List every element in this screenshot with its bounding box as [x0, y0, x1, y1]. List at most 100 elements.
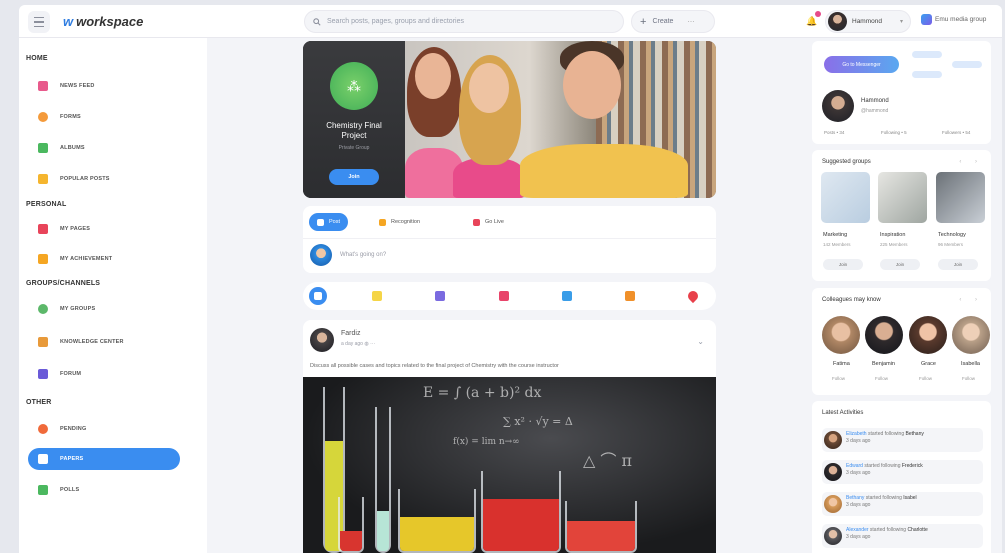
plus-icon: +: [640, 15, 647, 28]
formula-decoration: ∑ x² · √y = Δ: [503, 415, 573, 428]
section-title: Colleagues may know: [822, 297, 881, 303]
avatar[interactable]: [909, 316, 947, 354]
flag-icon: [38, 224, 48, 234]
following-count: Following • 5: [881, 130, 907, 135]
avatar[interactable]: [952, 316, 990, 354]
search-input[interactable]: Search posts, pages, groups and director…: [304, 10, 624, 33]
followers-count: Followers • 54: [942, 130, 971, 135]
user-menu[interactable]: Hammond ▾: [825, 10, 911, 33]
sidebar-item-polls[interactable]: POLLS: [28, 479, 180, 501]
formula-decoration: △ ⌒ π: [583, 451, 632, 470]
person-face: [469, 63, 509, 113]
carousel-arrows[interactable]: ‹ ›: [959, 159, 983, 165]
sidebar-item-my-groups[interactable]: MY GROUPS: [28, 298, 180, 320]
group-members: 225 Members: [880, 242, 908, 247]
group-members: 96 Members: [938, 242, 964, 247]
sidebar-item-pending[interactable]: PENDING: [28, 418, 180, 440]
sidebar: HOME NEWS FEED FORMS ALBUMS POPULAR POST…: [19, 38, 207, 553]
group-cover-photo: [405, 41, 716, 198]
company-brand[interactable]: Emu media group: [921, 14, 986, 25]
messenger-button[interactable]: Go to Messenger: [824, 56, 899, 73]
forms-icon: [38, 112, 48, 122]
menu-icon[interactable]: [28, 11, 50, 33]
sidebar-item-news-feed[interactable]: NEWS FEED: [28, 75, 180, 97]
trophy-icon: [38, 254, 48, 264]
avatar: [310, 328, 334, 352]
activity-item[interactable]: Alexander started following Charlotte 3 d…: [822, 524, 983, 548]
sidebar-item-my-pages[interactable]: MY PAGES: [28, 218, 180, 240]
popular-posts-icon: [38, 174, 48, 184]
activity-item[interactable]: Edward started following Frederick 3 days…: [822, 460, 983, 484]
follow-button[interactable]: Follow: [875, 376, 888, 381]
carousel-arrows[interactable]: ‹ ›: [959, 297, 983, 303]
brand-logo[interactable]: w workspace: [63, 14, 143, 29]
avatar: [828, 12, 847, 31]
post-author[interactable]: Fardiz: [341, 330, 360, 337]
avatar: [824, 495, 842, 513]
bell-icon[interactable]: 🔔: [805, 11, 821, 28]
sidebar-item-my-achievement[interactable]: MY ACHIEVEMENT: [28, 248, 180, 270]
text-post-icon[interactable]: [309, 287, 327, 305]
activity-item[interactable]: Elizabeth started following Bethany 3 day…: [822, 428, 983, 452]
follow-button[interactable]: Follow: [832, 376, 845, 381]
sidebar-section-title: OTHER: [26, 399, 52, 406]
formula-decoration: E = ∫ (a + b)² dx: [423, 385, 542, 401]
colleague-name: Grace: [921, 361, 936, 367]
sidebar-item-forum[interactable]: FORUM: [28, 363, 180, 385]
beaker-liquid: [483, 499, 559, 551]
chevron-down-icon[interactable]: ⌄: [697, 337, 704, 346]
profile-card: Go to Messenger Hammond @hammond Posts •…: [812, 41, 991, 144]
note-icon[interactable]: [369, 288, 385, 304]
sidebar-item-popular-posts[interactable]: POPULAR POSTS: [28, 168, 180, 190]
composer-input[interactable]: What's going on?: [340, 252, 386, 258]
papers-icon: [38, 454, 48, 464]
shop-icon[interactable]: [622, 288, 638, 304]
document-icon[interactable]: [432, 288, 448, 304]
group-name: Inspiration: [880, 232, 906, 238]
beaker-liquid: [400, 517, 474, 551]
attachment-bar: [303, 282, 716, 310]
group-thumbnail[interactable]: [821, 172, 870, 223]
test-tube: [375, 407, 391, 553]
medal-icon: [38, 424, 48, 434]
avatar: [824, 463, 842, 481]
beaker: [565, 501, 637, 553]
beaker: [398, 489, 476, 553]
sidebar-item-papers[interactable]: PAPERS: [28, 448, 180, 470]
video-icon[interactable]: [496, 288, 512, 304]
tab-recognition[interactable]: Recognition: [371, 213, 428, 231]
forum-icon: [38, 369, 48, 379]
section-title: Latest Activities: [822, 410, 864, 416]
sidebar-item-label: PAPERS: [60, 456, 84, 462]
sidebar-item-forms[interactable]: FORMS: [28, 106, 180, 128]
image-icon[interactable]: [559, 288, 575, 304]
user-name: Hammond: [852, 18, 882, 25]
join-group-button[interactable]: Join: [880, 259, 920, 270]
location-icon[interactable]: [685, 288, 701, 304]
activity-text: Edward started following Frederick 3 days…: [846, 463, 923, 476]
sidebar-item-knowledge-center[interactable]: KNOWLEDGE CENTER: [28, 331, 180, 353]
sidebar-item-label: POLLS: [60, 487, 80, 493]
person-face: [563, 51, 621, 119]
join-group-button[interactable]: Join: [938, 259, 978, 270]
group-thumbnail[interactable]: [936, 172, 985, 223]
logo-mark-icon: w: [63, 14, 74, 29]
follow-button[interactable]: Follow: [919, 376, 932, 381]
sidebar-item-albums[interactable]: ALBUMS: [28, 137, 180, 159]
join-group-button[interactable]: Join: [823, 259, 863, 270]
activity-item[interactable]: Bethany started following Isabel 3 days a…: [822, 492, 983, 516]
create-button[interactable]: + Create ⋯: [631, 10, 715, 33]
tab-go-live[interactable]: Go Live: [465, 213, 512, 231]
join-button[interactable]: Join: [329, 169, 379, 185]
company-name: Emu media group: [935, 16, 987, 23]
follow-button[interactable]: Follow: [962, 376, 975, 381]
group-thumbnail[interactable]: [878, 172, 927, 223]
tab-post[interactable]: Post: [309, 213, 349, 231]
avatar[interactable]: [865, 316, 903, 354]
news-feed-icon: [38, 81, 48, 91]
post-text: Discuss all possible cases and topics re…: [310, 363, 559, 369]
person-figure: [520, 144, 688, 198]
avatar[interactable]: [822, 316, 860, 354]
tab-label: Post: [329, 219, 341, 225]
placeholder-bar: [952, 61, 982, 68]
